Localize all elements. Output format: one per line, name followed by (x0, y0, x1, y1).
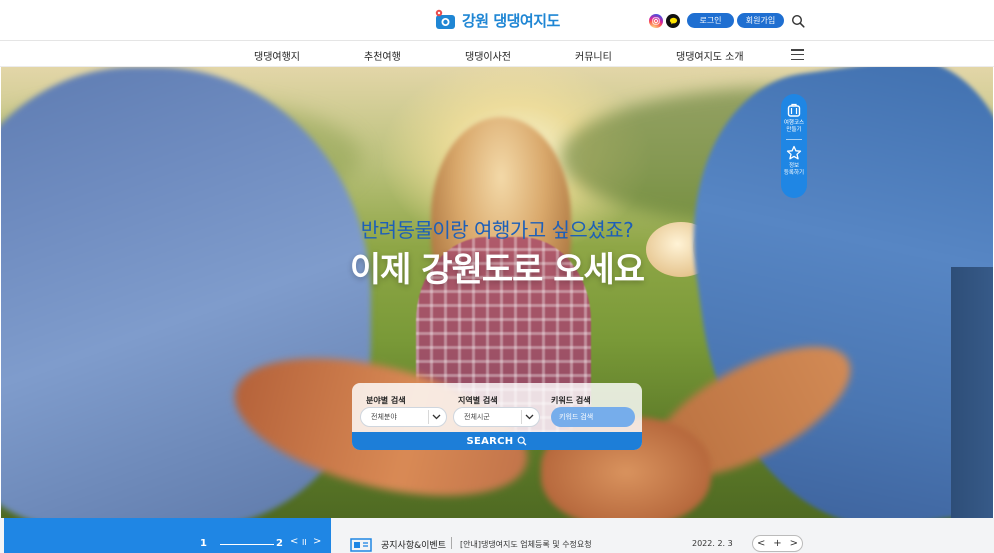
register-info-button[interactable]: 정보 등록하기 (784, 145, 804, 177)
signup-button[interactable]: 회원가입 (737, 13, 784, 28)
nav-item-recommended[interactable]: 추천여행 (364, 48, 401, 63)
notice-link[interactable]: [안내]댕댕여지도 업체등록 및 수정요청 (460, 539, 592, 550)
register-info-label: 정보 등록하기 (783, 163, 805, 176)
slide-progress-line (220, 544, 274, 545)
notice-title[interactable]: 공지사항&이벤트 (381, 538, 446, 551)
notice-pager: < + > (752, 535, 803, 552)
nav-item-community[interactable]: 커뮤니티 (575, 48, 612, 63)
logo-camera-icon (435, 9, 455, 29)
region-search-label: 지역별 검색 (458, 396, 498, 405)
chevron-down-icon (521, 410, 537, 424)
region-select[interactable]: 전체시군 (453, 407, 540, 427)
hamburger-menu-icon[interactable] (791, 49, 804, 60)
make-course-label: 여행코스 만들기 (783, 120, 805, 133)
search-panel: 분야별 검색 지역별 검색 키워드 검색 전체분야 전체시군 SEARCH (352, 383, 642, 450)
search-icon[interactable] (791, 14, 805, 28)
slide-control: 1 2 < II > (4, 518, 331, 553)
notice-next-button[interactable]: > (790, 538, 798, 549)
search-icon (518, 436, 527, 446)
slide-current: 1 (200, 538, 207, 549)
slide-pause-button[interactable]: II (302, 538, 307, 547)
logo[interactable]: 강원 댕댕여지도 (434, 9, 560, 31)
nav-item-travel-spots[interactable]: 댕댕여행지 (254, 48, 300, 63)
kakao-icon[interactable] (666, 14, 680, 28)
chevron-down-icon (428, 410, 444, 424)
notice-prev-button[interactable]: < (757, 538, 765, 549)
region-select-value: 전체시군 (464, 413, 490, 421)
star-icon (786, 145, 802, 160)
make-course-button[interactable]: 여행코스 만들기 (784, 102, 804, 134)
field-select[interactable]: 전체분야 (360, 407, 447, 427)
page: 강원 댕댕여지도 로그인 회원가입 댕댕여행지 추천여행 댕댕이사전 커뮤니티 … (0, 0, 994, 553)
suitcase-icon (787, 103, 801, 117)
search-submit-button[interactable]: SEARCH (352, 432, 642, 450)
hero-title: 이제 강원도로 오세요 (349, 250, 645, 290)
field-select-value: 전체분야 (371, 413, 397, 421)
hero-banner (1, 67, 993, 518)
instagram-icon[interactable] (649, 14, 663, 28)
hero-subtitle: 반려동물이랑 여행가고 싶으셨죠? (360, 218, 634, 242)
top-bar: 강원 댕댕여지도 로그인 회원가입 (0, 0, 994, 41)
login-button[interactable]: 로그인 (687, 13, 734, 28)
megaphone-icon (350, 538, 372, 552)
nav-item-about[interactable]: 댕댕여지도 소개 (676, 48, 744, 63)
keyword-input[interactable] (551, 407, 635, 427)
notice-date: 2022. 2. 3 (692, 539, 733, 548)
field-search-label: 분야별 검색 (366, 396, 406, 405)
main-nav: 댕댕여행지 추천여행 댕댕이사전 커뮤니티 댕댕여지도 소개 (0, 41, 994, 67)
divider (786, 139, 802, 140)
keyword-search-label: 키워드 검색 (551, 396, 591, 405)
hero-jeans (951, 267, 993, 518)
divider (451, 537, 452, 549)
slide-next-button[interactable]: > (313, 536, 321, 547)
search-submit-label: SEARCH (466, 435, 514, 447)
logo-text: 강원 댕댕여지도 (462, 11, 560, 30)
nav-item-dictionary[interactable]: 댕댕이사전 (465, 48, 511, 63)
slide-total: 2 (276, 538, 283, 549)
slide-prev-button[interactable]: < (290, 536, 298, 547)
quick-menu: 여행코스 만들기 정보 등록하기 (781, 94, 807, 198)
notice-more-button[interactable]: + (773, 538, 781, 549)
bottom-bar: 1 2 < II > 공지사항&이벤트 [안내]댕댕여지도 업체등록 및 수정요… (0, 518, 994, 553)
